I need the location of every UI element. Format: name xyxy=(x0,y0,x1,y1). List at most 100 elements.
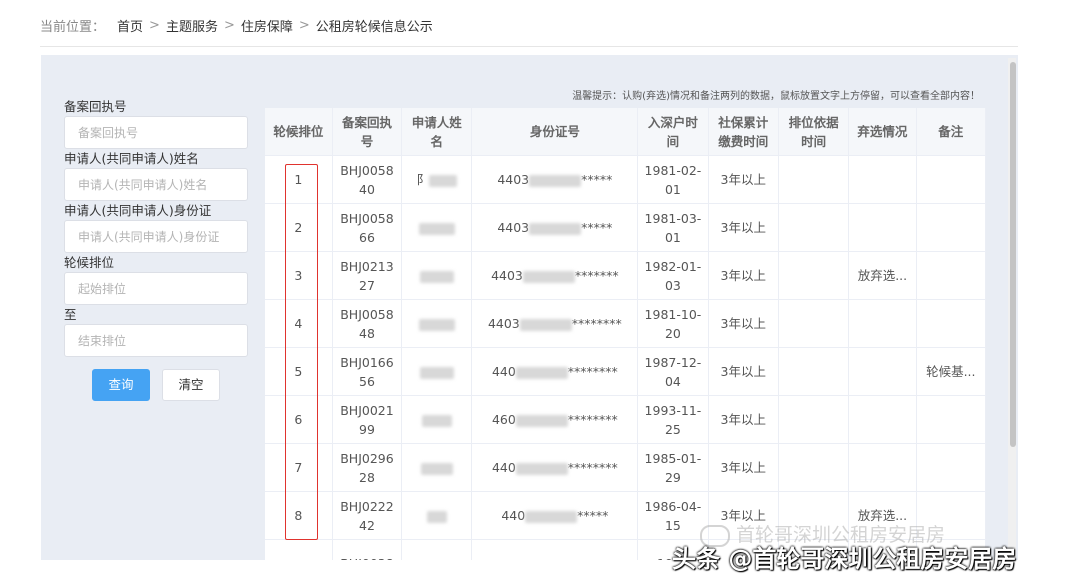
name-redaction xyxy=(419,270,454,283)
name-cell xyxy=(401,299,473,348)
id-cell: 4403 ******* xyxy=(471,251,639,300)
name-redaction xyxy=(421,414,452,427)
name-cell xyxy=(401,347,473,396)
id-cell: 4403 ***** xyxy=(471,203,639,252)
id-prefix: 4403 xyxy=(497,220,530,235)
applicant-name-input[interactable] xyxy=(64,168,248,201)
social-security-cell: 3年以上 xyxy=(708,443,779,492)
abandon-cell xyxy=(848,203,917,252)
note-cell xyxy=(916,299,986,348)
id-cell: 4403 ***** xyxy=(471,155,639,204)
hukou-date-cell: 1993-11-25 xyxy=(637,395,709,444)
hukou-date-cell: 1981-03-01 xyxy=(637,203,709,252)
column-header: 备案回执号 xyxy=(332,108,403,156)
hukou-date-cell: 1981-10-20 xyxy=(637,299,709,348)
abandon-cell xyxy=(848,299,917,348)
id-suffix: ******** xyxy=(567,364,618,379)
table-row[interactable]: 3 BHJ021327 4403 ******* 1982-01-03 3年以上 放弃选..… xyxy=(265,251,986,300)
id-redaction xyxy=(515,462,568,475)
rank-end-input[interactable] xyxy=(64,324,248,357)
id-suffix: ******* xyxy=(574,268,619,283)
table-row[interactable]: 4 BHJ005848 4403 ******** 1981-10-20 3年以上 xyxy=(265,299,986,348)
column-header: 身份证号 xyxy=(471,108,639,156)
applicant-id-input[interactable] xyxy=(64,220,248,253)
id-cell: 460 ******** xyxy=(471,395,639,444)
waitlist-table: 轮候排位 备案回执号 申请人姓名 身份证号 入深户时间 社保累计缴费时间 排位依据时间 弃选情… xyxy=(265,108,986,560)
abandon-cell xyxy=(848,155,917,204)
breadcrumb-prefix: 当前位置： xyxy=(40,20,106,35)
hint-text: 温馨提示：认购(弃选)情况和备注两列的数据，鼠标放置文字上方停留，可以查看全部内… xyxy=(572,91,980,102)
abandon-cell xyxy=(848,395,917,444)
header-divider xyxy=(40,46,1018,47)
id-redaction xyxy=(525,510,578,523)
rank-to-label: 至 xyxy=(64,307,77,322)
rank-basis-cell xyxy=(778,203,850,252)
table-row[interactable]: 5 BHJ016656 440 ******** 1987-12-04 3年以上 轮候基..… xyxy=(265,347,986,396)
id-prefix: 4403 xyxy=(487,316,520,331)
id-cell: 4403 ******** xyxy=(471,299,639,348)
name-cell xyxy=(401,251,473,300)
receipt-cell: BHJ005848 xyxy=(332,299,403,348)
scrollbar-thumb[interactable] xyxy=(1010,62,1016,447)
rank-start-input[interactable] xyxy=(64,272,248,305)
name-redaction xyxy=(419,366,454,379)
note-cell xyxy=(916,251,986,300)
name-redaction xyxy=(426,510,447,523)
note-cell: 轮候基... xyxy=(916,347,986,396)
receipt-cell: BHJ005840 xyxy=(332,155,403,204)
name-redaction xyxy=(429,174,458,187)
rank-column-highlight xyxy=(285,164,318,540)
applicant-id-label: 申请人(共同申请人)身份证 xyxy=(64,203,212,218)
hukou-date-cell: 1981-02-01 xyxy=(637,155,709,204)
abandon-cell: 放弃选... xyxy=(848,251,917,300)
breadcrumb-topic-services[interactable]: 主题服务 xyxy=(166,16,218,35)
social-security-cell: 3年以上 xyxy=(708,155,779,204)
column-header: 申请人姓名 xyxy=(401,108,473,156)
id-cell: 440 ******** xyxy=(471,443,639,492)
name-cell xyxy=(401,395,473,444)
table-header-row: 轮候排位 备案回执号 申请人姓名 身份证号 入深户时间 社保累计缴费时间 排位依据时间 弃选情… xyxy=(265,108,986,156)
column-header: 入深户时间 xyxy=(637,108,709,156)
table-row[interactable]: 2 BHJ005866 4403 ***** 1981-03-01 3年以上 xyxy=(265,203,986,252)
id-prefix: 4403 xyxy=(497,172,530,187)
id-suffix: ******** xyxy=(571,316,622,331)
receipt-cell: BHJ029628 xyxy=(332,443,403,492)
id-suffix: ******** xyxy=(567,412,618,427)
query-button[interactable]: 查询 xyxy=(92,369,150,401)
social-security-cell: 3年以上 xyxy=(708,299,779,348)
id-suffix: ***** xyxy=(581,220,613,235)
hukou-date-cell: 1986-04-15 xyxy=(637,491,709,540)
id-redaction xyxy=(519,318,572,331)
id-suffix: ******** xyxy=(567,460,618,475)
name-cell xyxy=(401,203,473,252)
column-header: 弃选情况 xyxy=(848,108,917,156)
clear-button[interactable]: 清空 xyxy=(162,369,220,401)
receipt-cell: BHJ016656 xyxy=(332,347,403,396)
breadcrumb-housing[interactable]: 住房保障 xyxy=(241,16,293,35)
table-row[interactable]: 1 BHJ005840 阝 4403 ***** 1981-02-01 3年以上 xyxy=(265,155,986,204)
receipt-input[interactable] xyxy=(64,116,248,149)
id-redaction xyxy=(522,270,575,283)
id-suffix: ***** xyxy=(581,172,613,187)
rank-basis-cell xyxy=(778,155,850,204)
id-cell: 440 ***** xyxy=(471,491,639,540)
id-prefix: 440 xyxy=(501,508,526,523)
name-redaction xyxy=(418,222,455,235)
name-redaction xyxy=(418,318,455,331)
column-header: 轮候排位 xyxy=(265,108,333,156)
breadcrumb-separator: > xyxy=(223,18,235,33)
table-row[interactable]: 7 BHJ029628 440 ******** 1985-01-29 3年以上 xyxy=(265,443,986,492)
social-security-cell: 3年以上 xyxy=(708,251,779,300)
breadcrumb-separator: > xyxy=(298,18,310,33)
abandon-cell xyxy=(848,443,917,492)
column-header: 排位依据时间 xyxy=(778,108,850,156)
rank-basis-cell xyxy=(778,395,850,444)
social-security-cell: 3年以上 xyxy=(708,347,779,396)
breadcrumb-current: 公租房轮候信息公示 xyxy=(315,20,433,35)
breadcrumb-home[interactable]: 首页 xyxy=(117,16,143,35)
id-prefix: 4403 xyxy=(491,268,523,283)
receipt-label: 备案回执号 xyxy=(64,99,127,114)
receipt-cell: BHJ005866 xyxy=(332,203,403,252)
table-row[interactable]: 6 BHJ002199 460 ******** 1993-11-25 3年以上 xyxy=(265,395,986,444)
applicant-name-label: 申请人(共同申请人)姓名 xyxy=(64,151,199,166)
